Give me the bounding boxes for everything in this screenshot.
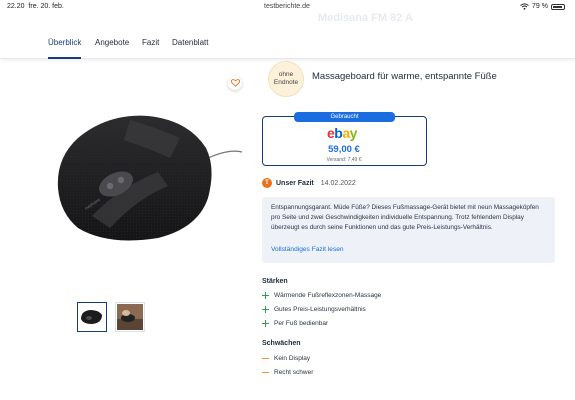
thumbnail-usage-photo: [117, 304, 143, 330]
strengths-title: Stärken: [262, 278, 288, 285]
background-title: Medisana FM 82 A: [318, 12, 413, 24]
thumbnail-1[interactable]: [77, 302, 107, 332]
status-time: 22.20 fre. 20. feb.: [7, 3, 64, 10]
heart-icon: [230, 79, 240, 87]
ebay-logo: ebay: [327, 125, 357, 141]
weaknesses-title: Schwächen: [262, 340, 301, 347]
battery-icon: [551, 3, 565, 10]
address-url[interactable]: testberichte.de: [264, 3, 310, 10]
strength-item: Per Fuß bedienbar: [262, 320, 328, 327]
plus-icon: [262, 292, 269, 299]
wifi-icon: [520, 3, 529, 10]
tab-fazit[interactable]: Fazit: [142, 38, 159, 47]
product-headline: Massageboard für warme, entspannte Füße: [312, 71, 497, 82]
plus-icon: [262, 306, 269, 313]
tab-ueberblick[interactable]: Überblick: [48, 38, 82, 59]
strength-item: Gutes Preis-Leistungsverhältnis: [262, 306, 366, 313]
foot-massager-image: medisana: [57, 115, 243, 241]
product-image[interactable]: medisana: [48, 68, 250, 293]
weakness-item: Kein Display: [262, 355, 310, 362]
condition-badge: Gebraucht: [294, 112, 395, 122]
fazit-label: Unser Fazit: [276, 179, 314, 187]
offer-price: 59,00 €: [328, 144, 360, 155]
tab-datenblatt[interactable]: Datenblatt: [172, 38, 208, 47]
thumbnail-device-image: [81, 310, 102, 324]
fazit-header: T Unser Fazit 14.02.2022: [262, 178, 356, 188]
minus-icon: [262, 369, 269, 376]
plus-icon: [262, 320, 269, 327]
fazit-box: Entspannungsgarant. Müde Füße? Dieses Fu…: [262, 197, 555, 263]
status-bar: 22.20 fre. 20. feb. testberichte.de 79 %: [0, 0, 575, 14]
battery-percent: 79 %: [532, 3, 548, 10]
favorite-heart-button[interactable]: [228, 76, 242, 90]
nav-tabs: Überblick Angebote Fazit Datenblatt: [0, 26, 575, 59]
full-fazit-link[interactable]: Vollständiges Fazit lesen: [271, 246, 344, 253]
weakness-item: Recht schwer: [262, 369, 313, 376]
testberichte-logo-icon: T: [262, 178, 272, 188]
strength-item: Wärmende Fußreflexzonen-Massage: [262, 292, 381, 299]
fazit-text: Entspannungsgarant. Müde Füße? Dieses Fu…: [271, 204, 539, 231]
tab-angebote[interactable]: Angebote: [95, 38, 129, 47]
fazit-date: 14.02.2022: [320, 179, 356, 187]
rating-badge: ohne Endnote: [268, 61, 304, 97]
status-indicators: 79 %: [520, 3, 565, 10]
ebay-offer-card[interactable]: Gebraucht ebay 59,00 € Versand: 7,49 €: [262, 112, 427, 166]
thumbnail-2[interactable]: [115, 302, 145, 332]
minus-icon: [262, 355, 269, 362]
offer-shipping: Versand: 7,49 €: [326, 157, 362, 163]
